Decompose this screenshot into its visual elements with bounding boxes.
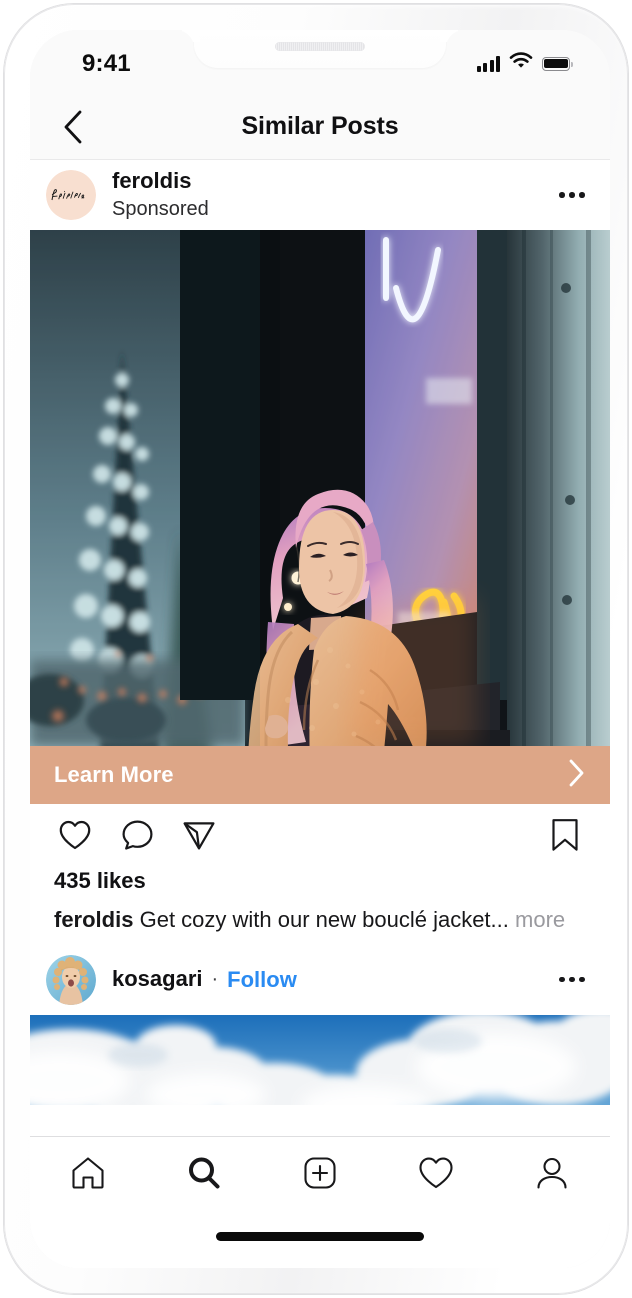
home-indicator-area [30,1214,610,1268]
activity-heart-icon [417,1155,455,1196]
home-indicator[interactable] [216,1232,424,1241]
likes-count[interactable]: 435 likes [30,866,610,894]
device-notch [194,30,446,68]
speaker-grille [275,42,365,51]
phone-screen-bezel: 9:41 Similar Posts feroldis Sponsored Le… [30,30,610,1268]
page-title: Similar Posts [241,112,399,140]
chevron-right-icon [568,758,586,793]
clouds-photo-graphic [30,1014,610,1105]
status-bar-time: 9:41 [82,50,131,77]
post-sponsored-label: Sponsored [112,197,209,220]
post-username[interactable]: kosagari [112,966,203,992]
bottom-tab-bar [30,1136,610,1214]
post-username[interactable]: feroldis [112,168,552,194]
post-header-text: feroldis Sponsored [112,168,552,221]
sponsored-post-photo[interactable] [30,230,610,746]
phone-frame: 9:41 Similar Posts feroldis Sponsored Le… [4,4,628,1294]
tab-profile[interactable] [494,1137,610,1215]
learn-more-cta-bar[interactable]: Learn More [30,746,610,804]
navigation-bar: Similar Posts [30,96,610,160]
feroldis-avatar[interactable] [46,170,96,220]
more-options-icon[interactable] [552,960,592,1000]
battery-full-icon [542,56,574,71]
heart-icon[interactable] [52,812,98,858]
phone-screen: 9:41 Similar Posts feroldis Sponsored Le… [30,30,610,1268]
add-post-icon [301,1154,339,1197]
home-icon [69,1154,107,1197]
tab-home[interactable] [30,1137,146,1215]
caption-text: Get cozy with our new bouclé jacket... [139,907,509,932]
post-actions-row [30,804,610,866]
tab-search[interactable] [146,1137,262,1215]
more-options-icon[interactable] [552,175,592,215]
tab-activity[interactable] [378,1137,494,1215]
follow-button[interactable]: Follow [227,967,297,993]
clouds-photo[interactable] [30,1014,610,1105]
cta-label: Learn More [54,762,174,787]
wifi-icon [509,52,533,75]
kosagari-avatar[interactable] [46,954,96,1005]
bookmark-icon[interactable] [542,812,588,858]
feed-scroll-area[interactable]: feroldis Sponsored Learn More 435 likes … [30,160,610,1136]
comment-bubble-icon[interactable] [114,812,160,858]
separator-dot: · [211,968,219,991]
profile-icon [533,1154,571,1197]
sponsored-post-photo-graphic [30,230,610,746]
post-header-kosagari: kosagari · Follow [30,944,610,1015]
caption-username[interactable]: feroldis [54,907,133,932]
search-icon [185,1154,223,1197]
post-header-text: kosagari · Follow [112,966,552,992]
cellular-bars-icon [476,55,500,72]
tab-create[interactable] [262,1137,378,1215]
caption-more-link[interactable]: more [515,907,565,932]
post-header-sponsored: feroldis Sponsored [30,160,610,230]
send-paper-plane-icon[interactable] [176,812,222,858]
status-bar-indicators [476,52,574,75]
post-caption: feroldis Get cozy with our new bouclé ja… [30,894,610,935]
